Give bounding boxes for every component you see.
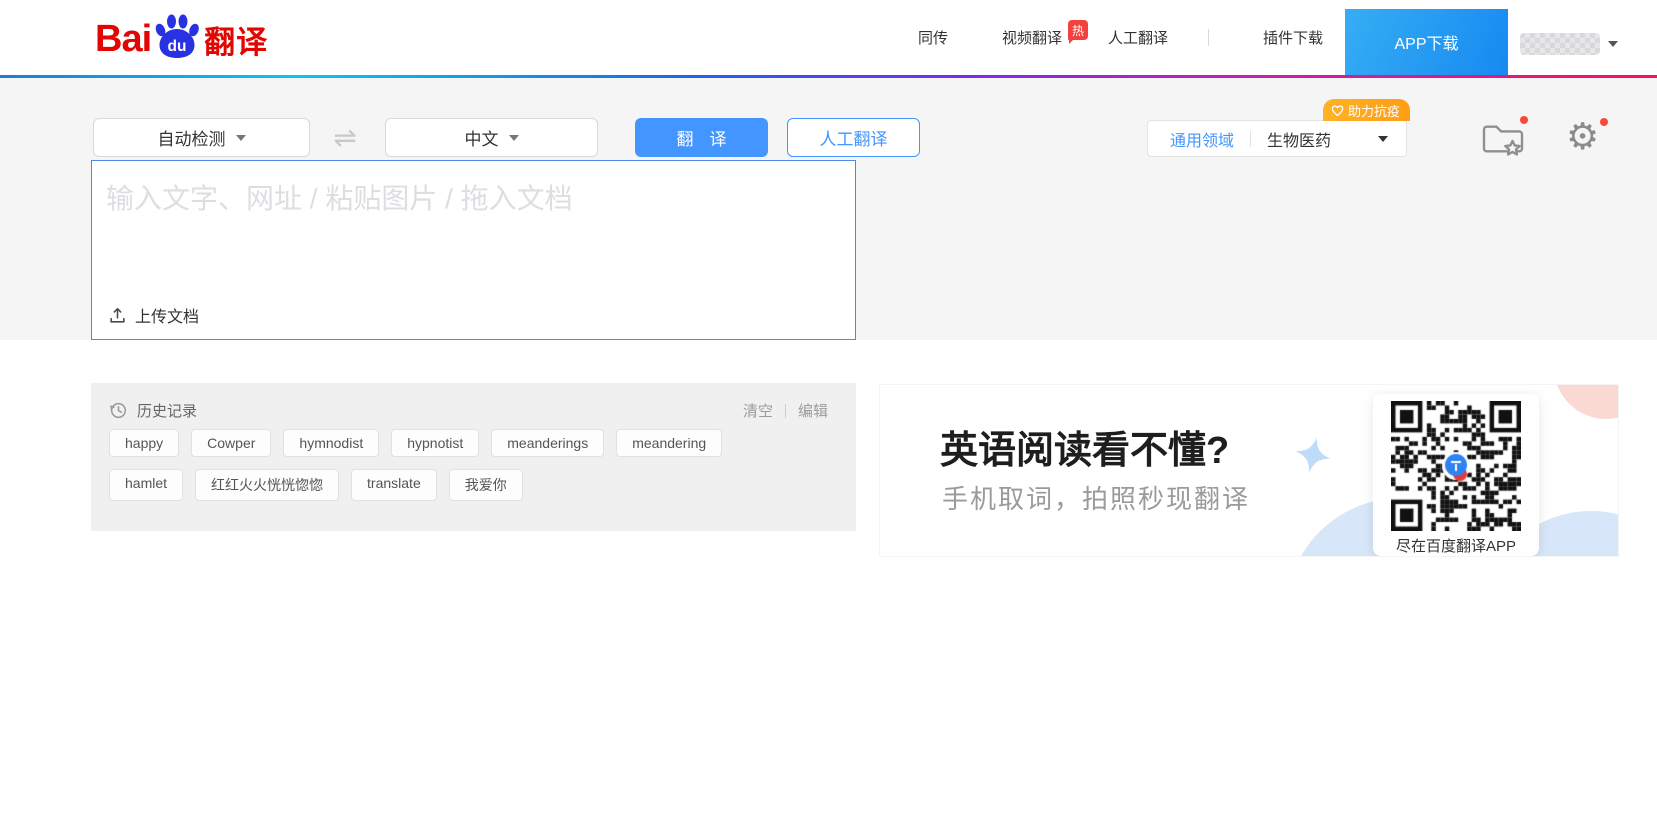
gear-icon: ⚙ [1566,115,1600,158]
domain-selected-label[interactable]: 生物医药 [1267,127,1331,151]
app-download-button[interactable]: APP下载 [1345,9,1508,75]
history-actions-divider [784,403,786,418]
logo-text-bai: Bai [95,17,152,60]
upload-document-button[interactable]: 上传文档 [108,303,199,327]
anti-epidemic-badge: 助力抗疫 [1323,99,1411,121]
heart-hands-icon [1331,104,1344,116]
history-chip-row: happy Cowper hymnodist hypnotist meander… [109,429,723,457]
translate-button-label: 翻译 [676,130,743,149]
logo-text-fanyi: 翻译 [204,24,269,60]
app-download-qr-code [1391,401,1521,531]
nav-divider [1208,29,1209,46]
notification-dot [1520,116,1528,124]
logo-text-du: du [168,38,187,55]
promo-title: 英语阅读看不懂? [940,430,1230,472]
nav-video-translate[interactable]: 视频翻译 [1002,0,1062,75]
history-item[interactable]: translate [351,469,437,501]
header: Bai du 翻译 同传 视频翻译 热 人工翻译 插件下载 APP下载 [0,0,1657,75]
history-panel: 历史记录 清空 编辑 happy Cowper hymnodist hypnot… [91,383,856,531]
notification-dot [1600,118,1608,126]
chevron-down-icon [235,134,246,141]
nav-simultaneous[interactable]: 同传 [918,0,948,75]
source-language-label: 自动检测 [157,130,226,149]
history-item[interactable]: hymnodist [283,429,380,457]
sparkle-icon [1295,437,1331,473]
history-header: 历史记录 [109,400,197,421]
history-chip-row: hamlet 红红火火恍恍惚惚 translate 我爱你 [109,469,523,501]
history-item[interactable]: 我爱你 [448,469,523,501]
history-item[interactable]: happy [109,429,180,457]
chevron-down-icon [1378,135,1388,142]
history-title: 历史记录 [137,403,198,420]
app-promo-banner[interactable]: 英语阅读看不懂? 手机取词，拍照秒现翻译 尽在百度翻译APP [879,384,1619,557]
user-name-redacted[interactable] [1520,33,1600,55]
hot-badge: 热 [1068,20,1088,44]
domain-general-label[interactable]: 通用领域 [1170,127,1234,151]
target-language-label: 中文 [464,130,499,149]
history-clock-icon [110,402,127,419]
translate-button[interactable]: 翻译 [635,118,768,157]
source-text-input[interactable] [92,161,855,279]
upload-document-label: 上传文档 [135,309,200,326]
user-dropdown-caret-icon[interactable] [1608,41,1618,47]
history-clear-button[interactable]: 清空 [743,400,773,421]
promo-subtitle: 手机取词，拍照秒现翻译 [942,484,1251,514]
source-input-panel: 上传文档 [91,160,856,340]
history-item[interactable]: meanderings [491,429,605,457]
baidu-translate-page: { "header": { "logo": { "bai": "Bai", "d… [0,0,1657,817]
history-actions: 清空 编辑 [743,400,828,421]
history-item[interactable]: 红红火火恍恍惚惚 [195,469,340,501]
folder-star-icon [1482,125,1524,156]
qr-card: 尽在百度翻译APP [1373,394,1539,556]
chevron-down-icon [508,134,519,141]
decorative-pink-circle [1554,385,1618,419]
upload-icon [110,307,125,323]
history-item[interactable]: hypnotist [391,429,480,457]
nav-plugin-download[interactable]: 插件下载 [1263,0,1323,75]
domain-selector[interactable]: 通用领域 生物医药 [1147,120,1407,157]
swap-languages-icon[interactable]: ⇌ [322,118,368,157]
saved-translations-button[interactable] [1480,116,1528,163]
target-language-selector[interactable]: 中文 [385,118,598,157]
history-item[interactable]: hamlet [109,469,184,501]
qr-caption: 尽在百度翻译APP [1395,538,1516,555]
history-edit-button[interactable]: 编辑 [798,400,828,421]
anti-epidemic-label: 助力抗疫 [1348,103,1401,119]
history-item[interactable]: meandering [616,429,723,457]
history-item[interactable]: Cowper [191,429,272,457]
nav-human-translate[interactable]: 人工翻译 [1108,0,1168,75]
domain-separator [1250,130,1252,147]
source-language-selector[interactable]: 自动检测 [93,118,310,157]
baidu-translate-logo[interactable]: Bai du 翻译 [95,14,268,64]
baidu-paw-icon: du [155,14,199,58]
settings-button[interactable]: ⚙ [1566,115,1608,158]
header-gradient-rule [0,75,1657,78]
human-translate-button[interactable]: 人工翻译 [787,118,920,157]
